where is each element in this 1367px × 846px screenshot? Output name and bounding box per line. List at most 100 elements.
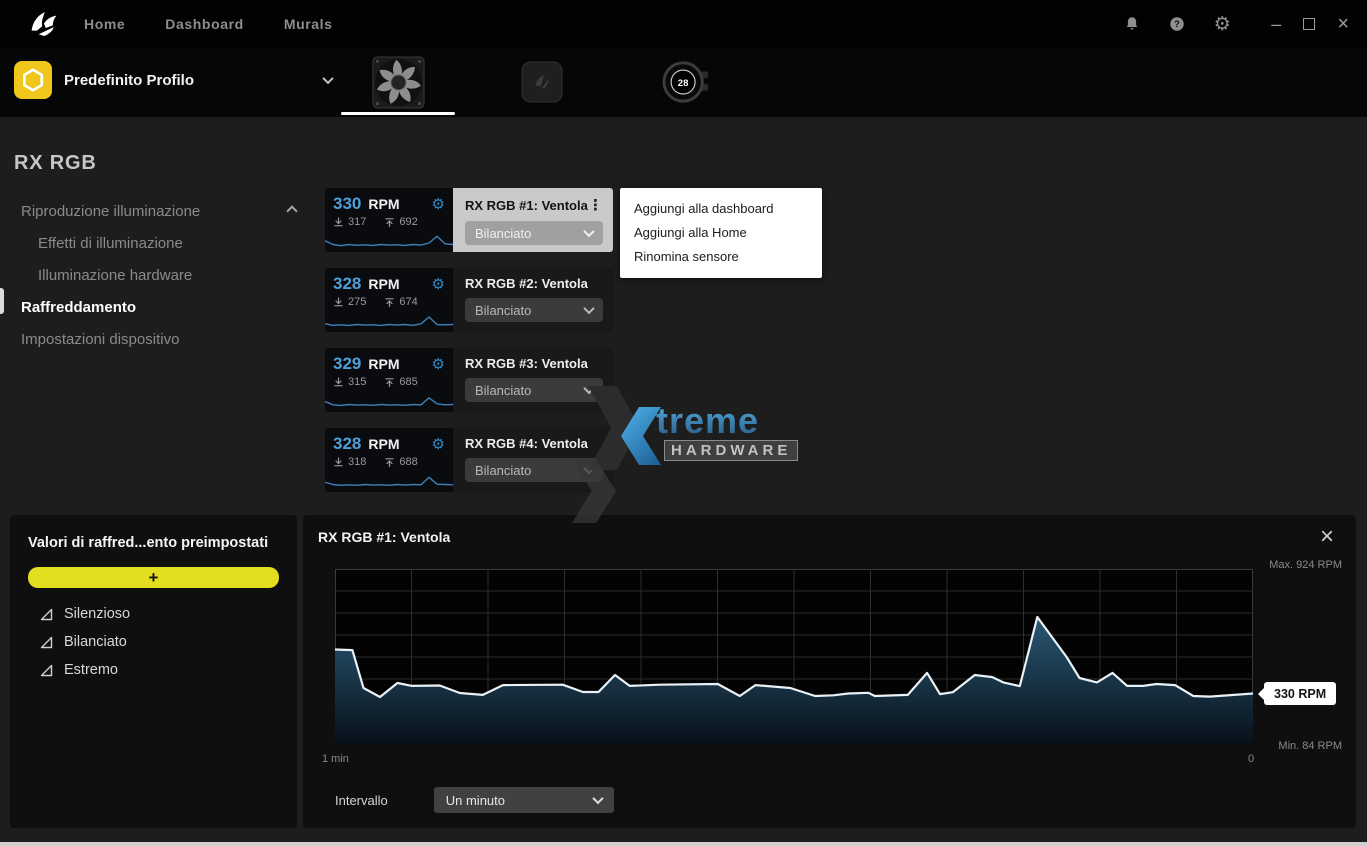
preset-dropdown[interactable]: Bilanciato: [465, 458, 603, 482]
nav-murals[interactable]: Murals: [284, 16, 333, 32]
watermark-x-arrow: [621, 407, 661, 465]
cooler-temp: 28: [678, 78, 689, 89]
top-navigation: Home Dashboard Murals: [84, 16, 333, 32]
notifications-bell-icon[interactable]: [1122, 14, 1142, 34]
sidebar-selection-indicator: [0, 288, 4, 314]
preset-dropdown[interactable]: Bilanciato: [465, 378, 603, 402]
chart-max-label: Max. 924 RPM: [1269, 559, 1342, 571]
fan-info[interactable]: RX RGB #2: Ventola Bilanciato: [453, 268, 613, 332]
menu-item-rename-sensor[interactable]: Rinomina sensore: [620, 245, 822, 269]
fan-gear-icon[interactable]: ⚙: [432, 355, 445, 373]
close-chart-icon[interactable]: ×: [1320, 523, 1334, 551]
preset-list: Silenzioso Bilanciato Estremo: [10, 600, 297, 684]
window-controls: – ×: [1271, 18, 1349, 30]
rpm-value: 329: [333, 354, 361, 374]
preset-dropdown[interactable]: Bilanciato: [465, 298, 603, 322]
add-preset-button[interactable]: +: [28, 567, 279, 588]
min-arrow-icon: [333, 297, 344, 308]
maximize-button[interactable]: [1303, 18, 1315, 30]
fan-gear-icon[interactable]: ⚙: [432, 195, 445, 213]
max-rpm: 674: [399, 296, 417, 308]
min-rpm: 315: [348, 376, 366, 388]
fan-rpm-tile[interactable]: 328 RPM ⚙ 318 688: [325, 428, 453, 492]
rpm-sparkline: [325, 390, 453, 412]
settings-gear-icon[interactable]: ⚙: [1212, 14, 1232, 34]
max-rpm: 688: [399, 456, 417, 468]
sidebar-item-illuminazione-hw[interactable]: Illuminazione hardware: [0, 259, 322, 291]
help-icon[interactable]: ?: [1167, 14, 1187, 34]
chevron-down-icon: [583, 226, 594, 237]
fan-name: RX RGB #3: Ventola: [465, 356, 588, 371]
current-rpm-tooltip: 330 RPM: [1264, 682, 1336, 705]
rpm-sparkline: [325, 470, 453, 492]
rpm-unit: RPM: [368, 436, 399, 452]
chevron-up-icon: [286, 205, 297, 216]
cooling-chart: [335, 569, 1253, 745]
fan-name: RX RGB #2: Ventola: [465, 276, 588, 291]
preset-dropdown[interactable]: Bilanciato: [465, 221, 603, 245]
device-tab-keyboard[interactable]: [485, 50, 599, 114]
sidebar-item-label: Riproduzione illuminazione: [21, 203, 200, 220]
fan-info[interactable]: RX RGB #3: Ventola Bilanciato: [453, 348, 613, 412]
preset-item-silenzioso[interactable]: Silenzioso: [10, 600, 297, 628]
sidebar-item-label: Illuminazione hardware: [38, 267, 192, 284]
fan-info[interactable]: RX RGB #1: Ventola ⋮ Bilanciato: [453, 188, 613, 252]
max-arrow-icon: [384, 377, 395, 388]
topbar-actions: ? ⚙ – ×: [1122, 14, 1349, 34]
watermark-text: treme: [656, 400, 759, 442]
rpm-unit: RPM: [368, 276, 399, 292]
sidebar-item-riproduzione[interactable]: Riproduzione illuminazione: [0, 195, 322, 227]
fan-rpm-tile[interactable]: 329 RPM ⚙ 315 685: [325, 348, 453, 412]
nav-home[interactable]: Home: [84, 16, 125, 32]
kebab-menu-icon[interactable]: ⋮: [588, 196, 603, 214]
fan-rpm-tile[interactable]: 328 RPM ⚙ 275 674: [325, 268, 453, 332]
active-tab-underline: [341, 112, 455, 115]
svg-text:?: ?: [1174, 19, 1180, 29]
fan-row-3: 329 RPM ⚙ 315 685 RX RGB #3: Ventola Bil…: [325, 348, 613, 412]
max-arrow-icon: [384, 457, 395, 468]
cooler-device-icon: 28: [662, 59, 710, 105]
fan-rpm-tile[interactable]: 330 RPM ⚙ 317 692: [325, 188, 453, 252]
rpm-value: 330: [333, 194, 361, 214]
profile-selector[interactable]: Predefinito Profilo: [14, 61, 332, 99]
close-button[interactable]: ×: [1337, 18, 1349, 30]
fan-gear-icon[interactable]: ⚙: [432, 435, 445, 453]
fan-device-icon: [371, 55, 426, 110]
fan-curve-icon: [40, 664, 53, 677]
max-rpm: 692: [399, 216, 417, 228]
corsair-sails: [29, 11, 59, 38]
device-tab-fan[interactable]: [341, 50, 455, 114]
chart-x-right-label: 0: [1248, 753, 1254, 765]
sidebar-item-impostazioni[interactable]: Impostazioni dispositivo: [0, 323, 322, 355]
fan-curve-icon: [40, 636, 53, 649]
chart-title: RX RGB #1: Ventola: [318, 529, 450, 545]
max-rpm: 685: [399, 376, 417, 388]
chart-min-label: Min. 84 RPM: [1278, 740, 1342, 752]
preset-item-bilanciato[interactable]: Bilanciato: [10, 628, 297, 656]
preset-item-estremo[interactable]: Estremo: [10, 656, 297, 684]
chevron-down-icon: [592, 793, 603, 804]
minimize-button[interactable]: –: [1271, 19, 1281, 29]
min-rpm: 275: [348, 296, 366, 308]
context-menu: Aggiungi alla dashboard Aggiungi alla Ho…: [620, 188, 822, 278]
fan-gear-icon[interactable]: ⚙: [432, 275, 445, 293]
nav-dashboard[interactable]: Dashboard: [165, 16, 244, 32]
interval-dropdown[interactable]: Un minuto: [434, 787, 614, 813]
device-tab-cooler[interactable]: 28: [629, 50, 743, 114]
sidebar: RX RGB Riproduzione illuminazione Effett…: [0, 117, 322, 355]
fan-row-1: 330 RPM ⚙ 317 692 RX RGB #1: Ventola ⋮ B…: [325, 188, 613, 252]
menu-item-add-dashboard[interactable]: Aggiungi alla dashboard: [620, 197, 822, 221]
bottom-edge-strip: [0, 842, 1367, 846]
sidebar-item-effetti[interactable]: Effetti di illuminazione: [0, 227, 322, 259]
max-arrow-icon: [384, 297, 395, 308]
menu-item-add-home[interactable]: Aggiungi alla Home: [620, 221, 822, 245]
interval-label: Intervallo: [335, 793, 388, 808]
cooling-chart-panel: RX RGB #1: Ventola × Max. 924 RPM Min. 8…: [303, 515, 1356, 828]
fan-row-4: 328 RPM ⚙ 318 688 RX RGB #4: Ventola Bil…: [325, 428, 613, 492]
chevron-down-icon: [583, 383, 594, 394]
max-arrow-icon: [384, 217, 395, 228]
rpm-unit: RPM: [368, 356, 399, 372]
corsair-logo-icon[interactable]: [28, 9, 60, 39]
fan-info[interactable]: RX RGB #4: Ventola Bilanciato: [453, 428, 613, 492]
sidebar-item-raffreddamento[interactable]: Raffreddamento: [0, 291, 322, 323]
